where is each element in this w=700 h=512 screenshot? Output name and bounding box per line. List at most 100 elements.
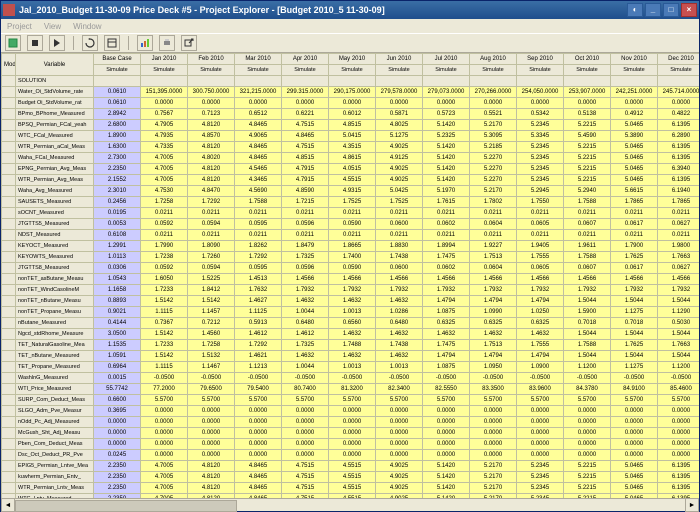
data-cell[interactable]: 0.0000 — [141, 406, 188, 417]
data-cell[interactable]: 1.4794 — [470, 296, 517, 307]
data-cell[interactable]: 1.8090 — [188, 241, 235, 252]
data-cell[interactable]: 0.0600 — [376, 263, 423, 274]
data-cell[interactable]: 1.9405 — [517, 241, 564, 252]
data-cell[interactable]: 0.0617 — [611, 219, 658, 230]
data-cell[interactable]: 1.7525 — [376, 197, 423, 208]
data-cell[interactable]: 0.0211 — [611, 230, 658, 241]
data-cell[interactable]: 1.4566 — [517, 274, 564, 285]
data-cell[interactable]: 1.8665 — [329, 241, 376, 252]
data-cell[interactable]: 0.0000 — [611, 417, 658, 428]
data-cell[interactable]: 6.1395 — [658, 494, 700, 499]
data-cell[interactable]: 5.5700 — [517, 395, 564, 406]
data-cell[interactable]: 1.0044 — [282, 362, 329, 373]
data-cell[interactable]: 253,907.0000 — [564, 87, 611, 98]
data-cell[interactable]: 4.3515 — [329, 142, 376, 153]
col-apr[interactable]: Apr 2010 — [282, 54, 329, 65]
data-cell[interactable]: 0.0605 — [517, 263, 564, 274]
data-cell[interactable]: 0.0604 — [470, 219, 517, 230]
data-cell[interactable]: 1.5044 — [658, 296, 700, 307]
data-cell[interactable]: 0.6325 — [470, 318, 517, 329]
data-cell[interactable]: 5.0465 — [611, 175, 658, 186]
data-cell[interactable]: 1.6050 — [141, 274, 188, 285]
data-cell[interactable]: 4.5515 — [329, 483, 376, 494]
data-cell[interactable]: 0.0000 — [611, 428, 658, 439]
table-row[interactable]: SLGO_Adm_Pve_Measur0.36950.00000.00000.0… — [2, 406, 700, 417]
data-cell[interactable]: 6.2890 — [658, 131, 700, 142]
data-cell[interactable]: 0.0000 — [517, 417, 564, 428]
data-cell[interactable]: 1.7238 — [141, 252, 188, 263]
data-cell[interactable]: 0.5521 — [470, 109, 517, 120]
data-cell[interactable]: 0.0211 — [188, 230, 235, 241]
data-cell[interactable]: 5.2940 — [564, 186, 611, 197]
data-cell[interactable]: 1.8830 — [376, 241, 423, 252]
table-row[interactable]: WTR_Permian_Lntv_Meas2.23504.70054.81204… — [2, 483, 700, 494]
data-cell[interactable]: 5.0465 — [611, 483, 658, 494]
data-cell[interactable]: 0.0590 — [329, 263, 376, 274]
data-cell[interactable]: 0.0000 — [470, 417, 517, 428]
data-cell[interactable]: 1.0013 — [376, 362, 423, 373]
basecase-cell[interactable]: 2.6800 — [94, 120, 141, 131]
data-cell[interactable]: 5.0465 — [611, 494, 658, 499]
data-cell[interactable]: 5.5700 — [282, 395, 329, 406]
data-cell[interactable]: 4.8515 — [329, 120, 376, 131]
basecase-cell[interactable]: 0.3695 — [94, 406, 141, 417]
data-cell[interactable]: 1.7292 — [235, 252, 282, 263]
data-cell[interactable]: 4.8120 — [188, 164, 235, 175]
data-cell[interactable]: 4.8120 — [188, 483, 235, 494]
data-cell[interactable]: 4.7335 — [141, 142, 188, 153]
basecase-cell[interactable]: 2.2350 — [94, 461, 141, 472]
data-cell[interactable]: 4.0515 — [329, 164, 376, 175]
data-cell[interactable]: 5.2345 — [517, 472, 564, 483]
data-cell[interactable]: 6.1395 — [658, 175, 700, 186]
data-cell[interactable]: 4.3465 — [235, 175, 282, 186]
data-cell[interactable]: 0.4912 — [611, 109, 658, 120]
col-variable[interactable]: Variable — [16, 54, 94, 76]
data-cell[interactable]: 1.4612 — [235, 329, 282, 340]
data-cell[interactable]: 0.0000 — [141, 98, 188, 109]
data-cell[interactable]: -0.0500 — [423, 373, 470, 384]
col-aug[interactable]: Aug 2010 — [470, 54, 517, 65]
data-cell[interactable]: 5.5700 — [376, 395, 423, 406]
data-cell[interactable]: 1.7932 — [517, 285, 564, 296]
data-cell[interactable]: 1.0013 — [329, 362, 376, 373]
data-cell[interactable]: 4.7005 — [141, 483, 188, 494]
data-cell[interactable]: 1.7932 — [611, 285, 658, 296]
data-cell[interactable]: 0.0000 — [282, 439, 329, 450]
data-cell[interactable]: 0.7212 — [188, 318, 235, 329]
data-cell[interactable]: 0.0211 — [188, 208, 235, 219]
data-cell[interactable]: 1.4632 — [329, 329, 376, 340]
data-cell[interactable]: 242,251.0000 — [611, 87, 658, 98]
data-cell[interactable]: 1.4566 — [470, 274, 517, 285]
data-cell[interactable]: 4.5465 — [235, 164, 282, 175]
data-cell[interactable]: 1.7990 — [141, 241, 188, 252]
data-cell[interactable]: 5.0465 — [611, 142, 658, 153]
data-cell[interactable]: 300.750.0000 — [188, 87, 235, 98]
scroll-thumb[interactable] — [15, 500, 237, 512]
data-cell[interactable]: 1.7932 — [423, 285, 470, 296]
table-row[interactable]: Budget Oi_StdVolume_rat0.06100.00000.000… — [2, 98, 700, 109]
data-cell[interactable]: 1.7325 — [282, 252, 329, 263]
data-cell[interactable]: 77.2000 — [141, 384, 188, 395]
data-cell[interactable]: 5.2325 — [423, 131, 470, 142]
data-cell[interactable]: 1.7588 — [564, 340, 611, 351]
basecase-cell[interactable]: 0.0610 — [94, 98, 141, 109]
data-cell[interactable]: 5.2170 — [470, 483, 517, 494]
basecase-cell[interactable]: 0.0000 — [94, 417, 141, 428]
data-cell[interactable]: 1.0044 — [282, 307, 329, 318]
data-cell[interactable]: 0.0000 — [564, 439, 611, 450]
data-cell[interactable]: 0.0211 — [282, 230, 329, 241]
data-cell[interactable]: 5.2270 — [470, 153, 517, 164]
data-cell[interactable]: 0.0595 — [235, 263, 282, 274]
data-cell[interactable]: 84.3780 — [564, 384, 611, 395]
data-cell[interactable]: -0.0500 — [141, 373, 188, 384]
data-cell[interactable]: 5.5700 — [658, 395, 700, 406]
data-cell[interactable]: 4.9025 — [376, 494, 423, 499]
table-row[interactable]: nonTET_asButane_Measu1.05431.60501.52251… — [2, 274, 700, 285]
data-cell[interactable]: 1.7588 — [235, 197, 282, 208]
data-cell[interactable]: 1.4632 — [376, 329, 423, 340]
data-cell[interactable]: 5.2215 — [564, 142, 611, 153]
data-cell[interactable]: 0.7018 — [564, 318, 611, 329]
data-cell[interactable]: 4.7005 — [141, 153, 188, 164]
data-cell[interactable] — [141, 76, 188, 87]
basecase-cell[interactable]: 2.2350 — [94, 483, 141, 494]
